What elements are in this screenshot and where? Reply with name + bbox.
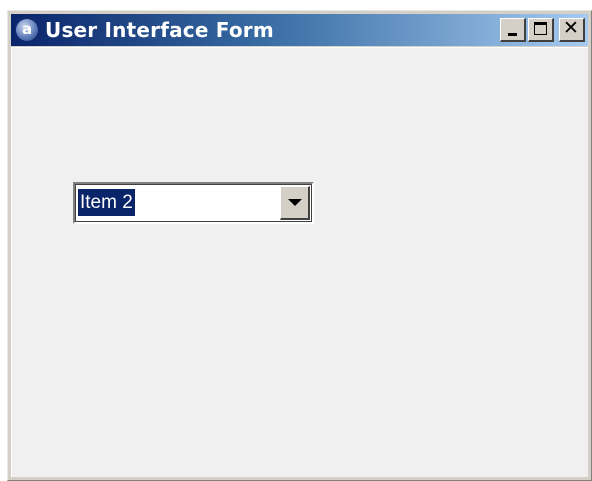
minimize-icon (508, 33, 517, 36)
close-button[interactable]: ✕ (559, 18, 585, 42)
minimize-button[interactable] (500, 18, 526, 42)
maximize-icon (534, 22, 547, 35)
app-window: a User Interface Form ✕ Item 2 (7, 10, 592, 481)
app-logo-glyph: a (21, 20, 33, 38)
item-combobox[interactable]: Item 2 (73, 182, 314, 224)
chevron-down-icon (288, 199, 302, 206)
combobox-selected-value[interactable]: Item 2 (78, 189, 135, 216)
window-controls: ✕ (498, 18, 585, 42)
combobox-dropdown-button[interactable] (280, 186, 310, 220)
close-icon: ✕ (563, 17, 579, 39)
window-title: User Interface Form (45, 18, 274, 42)
form-client-area: Item 2 (11, 47, 588, 477)
maximize-button[interactable] (528, 18, 554, 42)
app-logo-icon[interactable]: a (15, 18, 39, 42)
title-bar[interactable]: a User Interface Form ✕ (11, 14, 588, 46)
